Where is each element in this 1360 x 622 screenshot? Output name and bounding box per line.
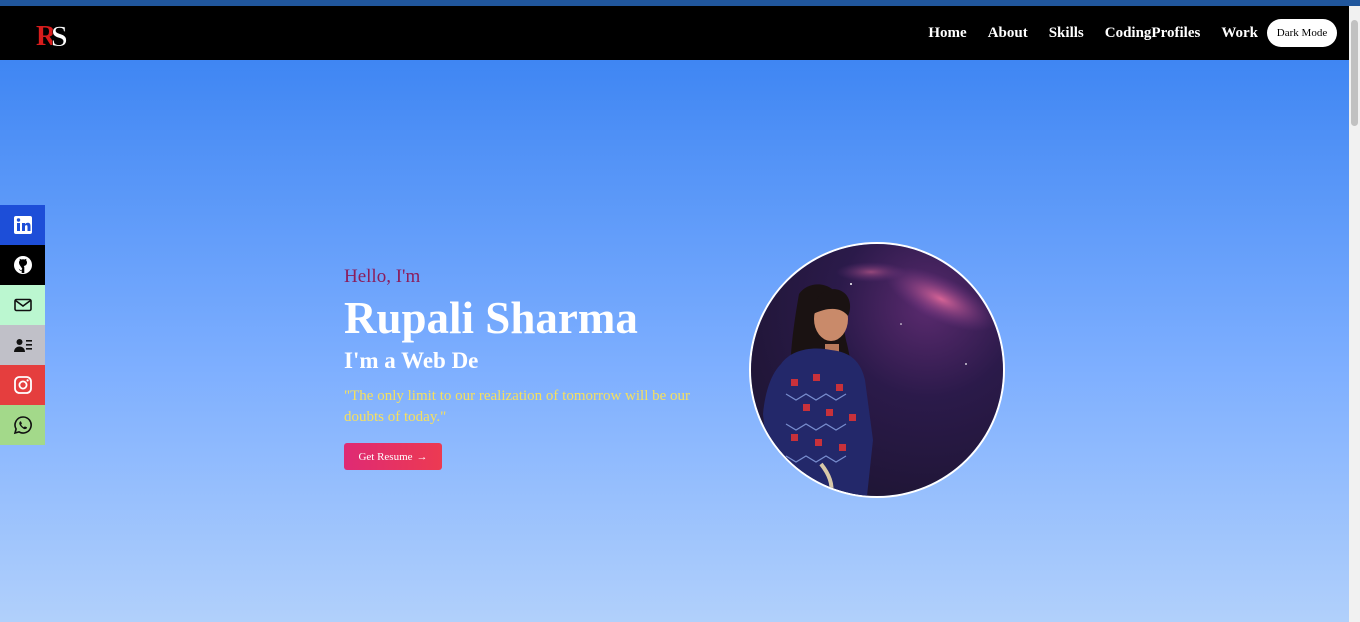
profile-photo-image: [751, 244, 1003, 496]
dark-mode-button[interactable]: Dark Mode: [1267, 19, 1337, 47]
navbar: R S Home About Skills CodingProfiles Wor…: [0, 6, 1349, 60]
get-resume-label: Get Resume: [358, 450, 413, 463]
mail-icon: [13, 298, 32, 312]
rs-logo-icon[interactable]: R S: [36, 20, 84, 50]
social-linkedin[interactable]: [0, 205, 45, 245]
nav-coding-profiles[interactable]: CodingProfiles: [1105, 25, 1201, 42]
hero-quote: "The only limit to our realization of to…: [344, 388, 691, 425]
social-instagram[interactable]: [0, 365, 45, 405]
page-scrollbar[interactable]: [1349, 6, 1360, 622]
hero-role: I'm a Web De: [344, 348, 479, 373]
social-whatsapp[interactable]: [0, 405, 45, 445]
contact-card-icon: [13, 339, 32, 352]
get-resume-button[interactable]: Get Resume →: [344, 443, 442, 470]
instagram-icon: [13, 376, 32, 394]
greeting-text: Hello, I'm: [344, 266, 421, 287]
social-sidebar: [0, 205, 45, 445]
nav-about[interactable]: About: [988, 25, 1028, 42]
profile-photo: [749, 242, 1005, 498]
svg-text:S: S: [51, 20, 68, 50]
arrow-right-icon: →: [416, 450, 428, 463]
nav-links: Home About Skills CodingProfiles Work Da…: [907, 6, 1337, 60]
scrollbar-thumb[interactable]: [1351, 20, 1358, 126]
github-icon: [13, 256, 32, 274]
social-mail[interactable]: [0, 285, 45, 325]
nav-work[interactable]: Work: [1221, 25, 1258, 42]
nav-home[interactable]: Home: [928, 25, 966, 42]
hero-intro: Hello, I'm Rupali Sharma I'm a Web De "T…: [344, 262, 744, 470]
nav-skills[interactable]: Skills: [1049, 25, 1084, 42]
whatsapp-icon: [13, 416, 32, 435]
linkedin-icon: [13, 216, 32, 234]
hero-name: Rupali Sharma: [344, 293, 638, 343]
social-contact[interactable]: [0, 325, 45, 365]
social-github[interactable]: [0, 245, 45, 285]
